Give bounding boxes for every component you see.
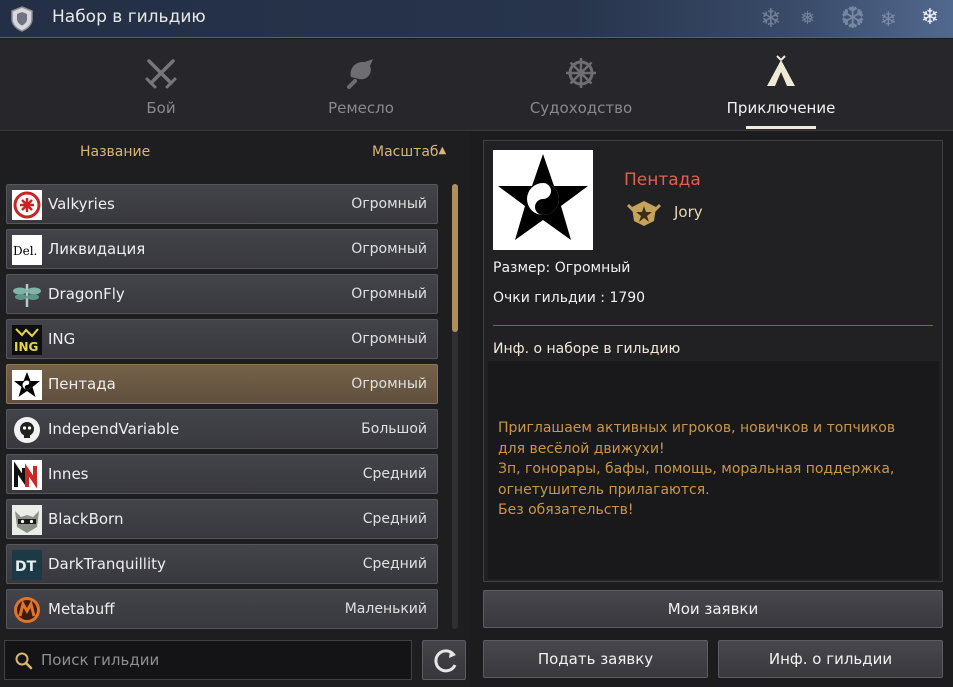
- guild-size: Огромный: [351, 286, 427, 302]
- category-tabs: Бой Ремесло Судоходство Приключение: [0, 39, 953, 131]
- guild-row-selected[interactable]: Пентада Огромный: [6, 364, 438, 404]
- guild-name: DragonFly: [48, 285, 125, 303]
- guild-size: Маленький: [344, 601, 427, 617]
- guild-size: Огромный: [351, 376, 427, 392]
- svg-text:ING: ING: [14, 340, 38, 354]
- guild-row[interactable]: Del. Ликвидация Огромный: [6, 229, 438, 269]
- refresh-button[interactable]: [422, 640, 466, 680]
- dragonfly-emblem-icon: [13, 284, 41, 307]
- svg-text:DT: DT: [15, 559, 37, 575]
- metabuff-emblem-icon: [14, 597, 40, 623]
- guild-list: Valkyries Огромный Del. Ликвидация Огром…: [6, 184, 438, 630]
- tab-adventure[interactable]: Приключение: [691, 39, 871, 131]
- skull-emblem-icon: [14, 417, 40, 443]
- guild-size: Средний: [362, 466, 427, 482]
- tent-icon: [767, 55, 795, 86]
- ing-emblem-icon: ING: [12, 325, 42, 355]
- guild-name: ING: [48, 330, 76, 348]
- scrollbar-thumb[interactable]: [452, 184, 458, 332]
- guild-name: IndependVariable: [48, 420, 180, 438]
- tab-label: Судоходство: [529, 99, 633, 117]
- guild-list-panel: Название Масштаб▲ Valkyries Огромный Del…: [0, 132, 470, 687]
- guild-shield-icon: [11, 6, 33, 32]
- snowflake-decoration-icon: ❅: [800, 8, 816, 29]
- column-header-name[interactable]: Название: [80, 144, 150, 160]
- guild-name: DarkTranquillity: [48, 555, 166, 573]
- guild-info-button[interactable]: Инф. о гильдии: [718, 640, 943, 678]
- guild-row[interactable]: BlackBorn Средний: [6, 499, 438, 539]
- guild-row[interactable]: Valkyries Огромный: [6, 184, 438, 224]
- guild-row[interactable]: Innes Средний: [6, 454, 438, 494]
- guild-name: Valkyries: [48, 195, 115, 213]
- guild-name: Metabuff: [48, 600, 115, 618]
- list-scrollbar[interactable]: [452, 184, 458, 629]
- raccoon-emblem-icon: [12, 505, 42, 535]
- guild-row[interactable]: IndependVariable Большой: [6, 409, 438, 449]
- divider: [493, 325, 933, 326]
- my-applications-button[interactable]: Мои заявки: [483, 590, 943, 628]
- guild-name: Пентада: [48, 375, 116, 393]
- search-icon: [15, 652, 33, 670]
- guild-name: Innes: [48, 465, 89, 483]
- guild-points-line: Очки гильдии : 1790: [493, 290, 646, 306]
- ship-wheel-icon: [566, 58, 596, 88]
- guild-size: Огромный: [351, 241, 427, 257]
- craft-hammer-icon: [347, 59, 373, 89]
- guild-size: Огромный: [351, 196, 427, 212]
- guild-leader-name: Jory: [674, 203, 703, 221]
- window-title: Набор в гильдию: [52, 7, 206, 27]
- svg-text:Del.: Del.: [13, 244, 37, 258]
- guild-details-panel: Пентада Jory Размер: Огромный Очки гильд…: [483, 140, 943, 582]
- tab-label: Ремесло: [328, 99, 394, 117]
- column-header-scale[interactable]: Масштаб▲: [372, 144, 446, 160]
- crossed-swords-icon: [145, 59, 177, 89]
- sort-ascending-icon: ▲: [438, 145, 447, 156]
- innes-emblem-icon: [12, 460, 42, 490]
- close-button[interactable]: ❄: [917, 5, 943, 31]
- recruit-info-box: Приглашаем активных игроков, новичков и …: [488, 361, 939, 579]
- guild-row[interactable]: DT DarkTranquillity Средний: [6, 544, 438, 584]
- guild-name: BlackBorn: [48, 510, 124, 528]
- tab-combat[interactable]: Бой: [71, 39, 251, 131]
- guild-row[interactable]: Metabuff Маленький: [6, 589, 438, 629]
- snowflake-decoration-icon: ❆: [840, 1, 866, 36]
- active-tab-indicator: [746, 126, 816, 129]
- pentagram-yinyang-emblem-icon: [12, 370, 42, 400]
- guild-size-line: Размер: Огромный: [493, 260, 631, 276]
- guild-title: Пентада: [624, 170, 701, 190]
- snowflake-close-icon[interactable]: ❄: [921, 5, 939, 30]
- snowflake-decoration-icon: ❄: [760, 4, 782, 34]
- title-bar: Набор в гильдию ❄ ❅ ❆ ❄ ❄: [0, 0, 953, 38]
- tab-sailing[interactable]: Судоходство: [491, 39, 671, 131]
- guild-size: Средний: [362, 556, 427, 572]
- guild-row[interactable]: DragonFly Огромный: [6, 274, 438, 314]
- del-text-emblem-icon: Del.: [12, 235, 42, 265]
- tab-label: Приключение: [726, 99, 836, 117]
- guild-master-rank-icon: [626, 201, 662, 226]
- recruit-info-text: Приглашаем активных игроков, новичков и …: [498, 420, 896, 518]
- search-input[interactable]: [41, 649, 401, 671]
- apply-button[interactable]: Подать заявку: [483, 640, 708, 678]
- snowflake-decoration-icon: ❄: [880, 7, 897, 31]
- guild-row[interactable]: ING ING Огромный: [6, 319, 438, 359]
- recruit-info-title: Инф. о наборе в гильдию: [493, 341, 681, 357]
- pentagram-yinyang-emblem-icon: [493, 150, 593, 250]
- guild-search-box[interactable]: [4, 640, 412, 680]
- guild-size: Средний: [362, 511, 427, 527]
- tab-craft[interactable]: Ремесло: [271, 39, 451, 131]
- dt-emblem-icon: DT: [12, 550, 42, 580]
- column-header-scale-label: Масштаб: [372, 144, 439, 160]
- red-knot-emblem-icon: [12, 190, 42, 220]
- guild-name: Ликвидация: [48, 240, 146, 258]
- tab-label: Бой: [146, 99, 176, 117]
- guild-size: Большой: [361, 421, 427, 437]
- guild-size: Огромный: [351, 331, 427, 347]
- refresh-icon: [434, 649, 457, 673]
